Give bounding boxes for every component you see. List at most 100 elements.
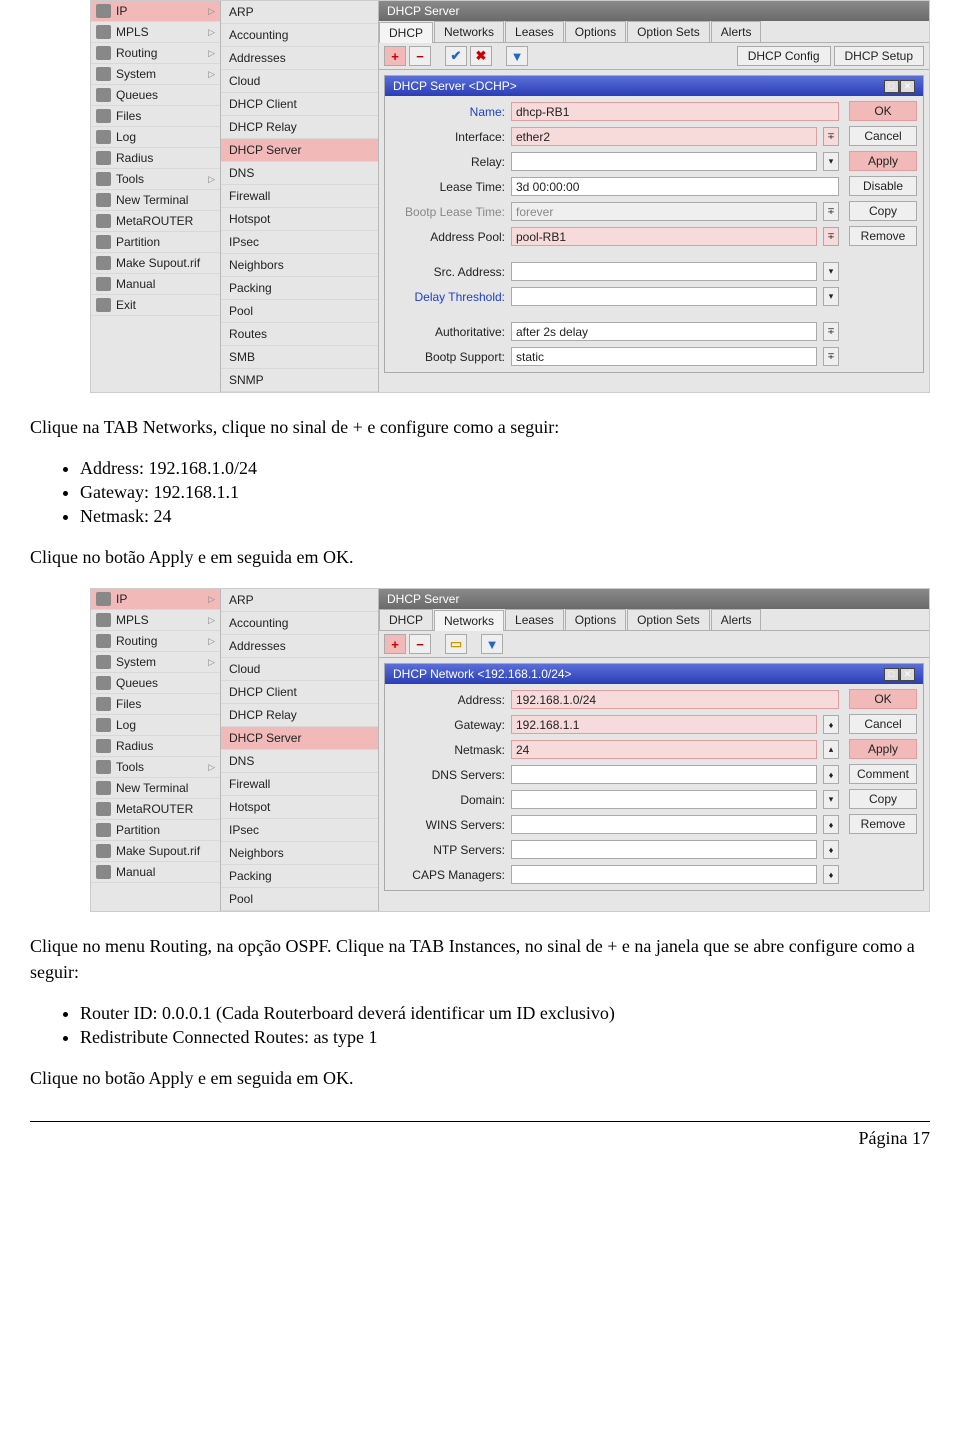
tab[interactable]: Alerts [711, 21, 762, 42]
srcaddr-input[interactable] [511, 262, 817, 281]
copy-button[interactable]: Copy [849, 201, 917, 221]
sidebar-item[interactable]: Tools▷ [91, 757, 220, 778]
auth-input[interactable]: after 2s delay [511, 322, 817, 341]
dropdown-icon[interactable]: ∓ [823, 322, 839, 341]
submenu-item[interactable]: ARP [221, 1, 378, 24]
remove-button[interactable]: Remove [849, 226, 917, 246]
submenu-item[interactable]: Hotspot [221, 208, 378, 231]
submenu-item[interactable]: ARP [221, 589, 378, 612]
sidebar-item[interactable]: Routing▷ [91, 631, 220, 652]
stepper-icon[interactable]: ♦ [823, 815, 839, 834]
submenu-item[interactable]: Accounting [221, 24, 378, 47]
sidebar-item[interactable]: Radius [91, 736, 220, 757]
sidebar-item[interactable]: IP▷ [91, 1, 220, 22]
submenu-item[interactable]: Packing [221, 277, 378, 300]
sidebar-item[interactable]: System▷ [91, 652, 220, 673]
submenu-item[interactable]: Addresses [221, 47, 378, 70]
sidebar-item[interactable]: MetaROUTER [91, 799, 220, 820]
dropdown-icon[interactable]: ▾ [823, 262, 839, 281]
stepper-icon[interactable]: ▴ [823, 740, 839, 759]
sidebar-item[interactable]: Manual [91, 274, 220, 295]
disable-button[interactable]: ✖ [470, 46, 492, 66]
ntp-input[interactable] [511, 840, 817, 859]
tab[interactable]: DHCP [379, 22, 433, 43]
submenu-item[interactable]: Packing [221, 865, 378, 888]
submenu-item[interactable]: Addresses [221, 635, 378, 658]
sidebar-item[interactable]: Tools▷ [91, 169, 220, 190]
remove-button[interactable]: − [409, 46, 431, 66]
stepper-icon[interactable]: ♦ [823, 840, 839, 859]
submenu-item[interactable]: Hotspot [221, 796, 378, 819]
sidebar-item[interactable]: Queues [91, 673, 220, 694]
sidebar-item[interactable]: Queues [91, 85, 220, 106]
tab[interactable]: Leases [505, 21, 564, 42]
close-icon[interactable]: ✕ [900, 668, 915, 681]
tab[interactable]: DHCP [379, 609, 433, 630]
sidebar-item[interactable]: Partition [91, 232, 220, 253]
sidebar-item[interactable]: Partition [91, 820, 220, 841]
minimize-icon[interactable]: □ [884, 668, 899, 681]
ok-button[interactable]: OK [849, 689, 917, 709]
submenu-item[interactable]: SMB [221, 346, 378, 369]
comment-button[interactable]: ▭ [445, 634, 467, 654]
stepper-icon[interactable]: ♦ [823, 865, 839, 884]
dropdown-icon[interactable]: ▾ [823, 152, 839, 171]
submenu-item[interactable]: DHCP Relay [221, 704, 378, 727]
leasetime-input[interactable]: 3d 00:00:00 [511, 177, 839, 196]
sidebar-item[interactable]: MetaROUTER [91, 211, 220, 232]
cancel-button[interactable]: Cancel [849, 714, 917, 734]
tab[interactable]: Option Sets [627, 21, 710, 42]
submenu-item[interactable]: DHCP Server [221, 139, 378, 162]
wins-input[interactable] [511, 815, 817, 834]
address-input[interactable]: 192.168.1.0/24 [511, 690, 839, 709]
caps-input[interactable] [511, 865, 817, 884]
submenu-item[interactable]: Pool [221, 300, 378, 323]
dropdown-icon[interactable]: ∓ [823, 227, 839, 246]
comment-button[interactable]: Comment [849, 764, 917, 784]
dropdown-icon[interactable]: ▾ [823, 790, 839, 809]
add-button[interactable]: + [384, 634, 406, 654]
bootpsupport-input[interactable]: static [511, 347, 817, 366]
sidebar-item[interactable]: Radius [91, 148, 220, 169]
submenu-item[interactable]: Routes [221, 323, 378, 346]
submenu-item[interactable]: DNS [221, 750, 378, 773]
submenu-item[interactable]: DHCP Relay [221, 116, 378, 139]
submenu-item[interactable]: DHCP Server [221, 727, 378, 750]
sidebar-item[interactable]: Exit [91, 295, 220, 316]
submenu-item[interactable]: SNMP [221, 369, 378, 392]
sidebar-item[interactable]: Log [91, 715, 220, 736]
domain-input[interactable] [511, 790, 817, 809]
sidebar-item[interactable]: Files [91, 694, 220, 715]
dns-input[interactable] [511, 765, 817, 784]
add-button[interactable]: + [384, 46, 406, 66]
sidebar-item[interactable]: Routing▷ [91, 43, 220, 64]
tab[interactable]: Leases [505, 609, 564, 630]
sidebar-item[interactable]: Make Supout.rif [91, 253, 220, 274]
submenu-item[interactable]: DNS [221, 162, 378, 185]
sidebar-item[interactable]: IP▷ [91, 589, 220, 610]
sidebar-item[interactable]: Files [91, 106, 220, 127]
tab[interactable]: Options [565, 21, 626, 42]
remove-button[interactable]: − [409, 634, 431, 654]
relay-input[interactable] [511, 152, 817, 171]
close-icon[interactable]: ✕ [900, 80, 915, 93]
apply-button[interactable]: Apply [849, 151, 917, 171]
submenu-item[interactable]: Firewall [221, 185, 378, 208]
stepper-icon[interactable]: ♦ [823, 715, 839, 734]
submenu-item[interactable]: IPsec [221, 819, 378, 842]
stepper-icon[interactable]: ♦ [823, 765, 839, 784]
submenu-item[interactable]: IPsec [221, 231, 378, 254]
sidebar-item[interactable]: Manual [91, 862, 220, 883]
netmask-input[interactable]: 24 [511, 740, 817, 759]
submenu-item[interactable]: DHCP Client [221, 681, 378, 704]
remove-button[interactable]: Remove [849, 814, 917, 834]
copy-button[interactable]: Copy [849, 789, 917, 809]
dhcp-setup-button[interactable]: DHCP Setup [834, 46, 924, 66]
submenu-item[interactable]: Pool [221, 888, 378, 911]
dropdown-icon[interactable]: ▾ [823, 287, 839, 306]
filter-button[interactable]: ▼ [506, 46, 528, 66]
tab[interactable]: Networks [434, 21, 504, 42]
sidebar-item[interactable]: MPLS▷ [91, 610, 220, 631]
interface-input[interactable]: ether2 [511, 127, 817, 146]
sidebar-item[interactable]: New Terminal [91, 778, 220, 799]
